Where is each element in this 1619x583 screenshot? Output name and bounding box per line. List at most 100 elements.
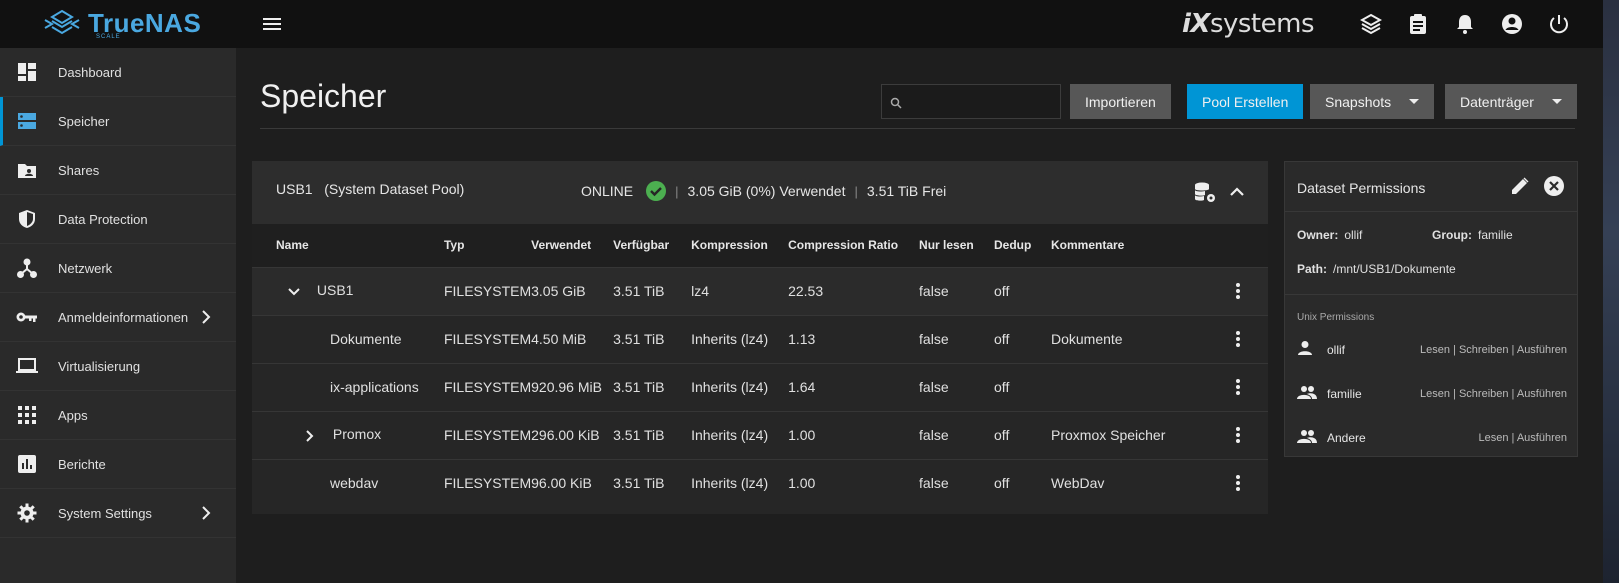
ratio-cell: 1.64 bbox=[788, 379, 816, 395]
menu-toggle-icon[interactable] bbox=[260, 14, 284, 34]
power-icon[interactable] bbox=[1547, 12, 1571, 36]
permission-who: familie bbox=[1327, 387, 1362, 401]
path-value: /mnt/USB1/Dokumente bbox=[1333, 262, 1456, 276]
column-header-dedup[interactable]: Dedup bbox=[994, 224, 1051, 267]
ratio-cell: 1.00 bbox=[788, 475, 816, 492]
edit-icon[interactable] bbox=[1509, 175, 1533, 199]
table-row[interactable]: USB1 FILESYSTEM 3.05 GiB 3.51 TiB lz4 22… bbox=[252, 267, 1268, 315]
unix-permissions-label: Unix Permissions bbox=[1297, 312, 1375, 323]
truenas-logo[interactable]: TrueNAS SCALE bbox=[42, 8, 201, 40]
more-vert-icon[interactable] bbox=[1228, 329, 1248, 349]
table-row[interactable]: webdav FILESYSTEM 96.00 KiB 3.51 TiB Inh… bbox=[252, 459, 1268, 507]
group-icon bbox=[1297, 385, 1317, 404]
create-pool-button-label: Pool Erstellen bbox=[1202, 93, 1289, 110]
available-cell: 3.51 TiB bbox=[613, 331, 665, 347]
chevron-right-icon bbox=[198, 309, 214, 325]
more-vert-icon[interactable] bbox=[1228, 425, 1248, 445]
close-icon[interactable] bbox=[1543, 175, 1567, 199]
available-cell: 3.51 TiB bbox=[613, 283, 665, 299]
sidebar-item-berichte[interactable]: Berichte bbox=[0, 440, 236, 489]
dedup-cell: off bbox=[994, 331, 1010, 347]
table-row[interactable]: Dokumente FILESYSTEM 4.50 MiB 3.51 TiB I… bbox=[252, 315, 1268, 363]
sidebar-item-speicher[interactable]: Speicher bbox=[0, 97, 236, 146]
sidebar-item-virtualisierung[interactable]: Virtualisierung bbox=[0, 342, 236, 391]
sidebar-item-anmeldeinformationen[interactable]: Anmeldeinformationen bbox=[0, 293, 236, 342]
sidebar-item-label: Dashboard bbox=[58, 64, 122, 80]
pool-free: 3.51 TiB Frei bbox=[866, 183, 947, 199]
more-vert-icon[interactable] bbox=[1228, 473, 1248, 493]
owner-line: Owner: ollif bbox=[1297, 228, 1362, 242]
chevron-down-icon[interactable] bbox=[286, 284, 302, 300]
actions-cell bbox=[1208, 267, 1268, 315]
column-header-actions bbox=[1208, 224, 1268, 267]
pool-status-text: ONLINE bbox=[581, 183, 634, 199]
type-cell: FILESYSTEM bbox=[443, 379, 532, 395]
sidebar-item-netzwerk[interactable]: Netzwerk bbox=[0, 244, 236, 293]
search-input[interactable] bbox=[906, 85, 1056, 118]
actions-cell bbox=[1208, 363, 1268, 411]
permission-entry: Andere Lesen | Ausführen bbox=[1297, 426, 1567, 450]
dataset-name: ix-applications bbox=[330, 379, 419, 395]
person-icon bbox=[1297, 340, 1313, 361]
sidebar-item-system-settings[interactable]: System Settings bbox=[0, 489, 236, 538]
name-cell: webdav bbox=[252, 459, 444, 507]
dataset-table: Name Typ Verwendet Verfügbar Kompression… bbox=[252, 224, 1268, 507]
table-row[interactable]: ix-applications FILESYSTEM 920.96 MiB 3.… bbox=[252, 363, 1268, 411]
pool-role: (System Dataset Pool) bbox=[324, 181, 465, 197]
account-icon[interactable] bbox=[1500, 12, 1524, 36]
ixsystems-logo[interactable]: iXsystems bbox=[1181, 9, 1315, 39]
sidebar-item-shares[interactable]: Shares bbox=[0, 146, 236, 195]
chevron-right-icon[interactable] bbox=[302, 428, 318, 444]
column-header-comments[interactable]: Kommentare bbox=[1051, 224, 1208, 267]
search-box[interactable] bbox=[881, 84, 1061, 119]
sidebar-item-data-protection[interactable]: Data Protection bbox=[0, 195, 236, 244]
readonly-cell: false bbox=[919, 283, 949, 299]
sidebar-item-label: System Settings bbox=[58, 505, 152, 521]
column-header-used[interactable]: Verwendet bbox=[531, 224, 613, 267]
column-header-compression-ratio[interactable]: Compression Ratio bbox=[788, 224, 919, 267]
pool-header: USB1 (System Dataset Pool) ONLINE | 3.05… bbox=[252, 161, 1268, 224]
ratio-cell: 1.13 bbox=[788, 331, 816, 347]
chevron-up-icon[interactable] bbox=[1224, 179, 1250, 205]
column-header-available[interactable]: Verfügbar bbox=[613, 224, 691, 267]
gear-icon bbox=[16, 502, 38, 524]
separator: | bbox=[675, 183, 679, 199]
available-cell: 3.51 TiB bbox=[613, 427, 665, 443]
comment-cell bbox=[1051, 267, 1208, 315]
top-bar: TrueNAS SCALE iXsystems bbox=[0, 0, 1619, 48]
dedup-cell: off bbox=[994, 283, 1010, 299]
table-row[interactable]: Promox FILESYSTEM 296.00 KiB 3.51 TiB In… bbox=[252, 411, 1268, 459]
column-header-readonly[interactable]: Nur lesen bbox=[919, 224, 994, 267]
more-vert-icon[interactable] bbox=[1228, 281, 1248, 301]
more-vert-icon[interactable] bbox=[1228, 377, 1248, 397]
column-header-type[interactable]: Typ bbox=[444, 224, 531, 267]
bell-icon[interactable] bbox=[1453, 12, 1477, 36]
permission-who: ollif bbox=[1327, 343, 1346, 357]
ratio-cell: 22.53 bbox=[788, 283, 824, 299]
column-header-compression[interactable]: Kompression bbox=[691, 224, 788, 267]
sidebar-item-label: Anmeldeinformationen bbox=[58, 309, 189, 325]
snapshots-button[interactable]: Snapshots bbox=[1310, 84, 1435, 119]
column-header-name[interactable]: Name bbox=[252, 224, 444, 267]
path-line: Path: /mnt/USB1/Dokumente bbox=[1297, 262, 1456, 276]
actions-cell bbox=[1208, 459, 1268, 507]
clipboard-icon[interactable] bbox=[1406, 12, 1430, 36]
import-button[interactable]: Importieren bbox=[1070, 84, 1171, 119]
group-value: familie bbox=[1478, 228, 1513, 242]
disks-button[interactable]: Datenträger bbox=[1445, 84, 1577, 119]
import-button-label: Importieren bbox=[1085, 93, 1156, 110]
pool-settings-icon[interactable] bbox=[1192, 179, 1218, 205]
sidebar-item-dashboard[interactable]: Dashboard bbox=[0, 48, 236, 97]
page-title: Speicher bbox=[260, 78, 387, 114]
sidebar-item-label: Berichte bbox=[58, 456, 106, 472]
sidebar-item-label: Shares bbox=[58, 162, 100, 178]
sidebar-item-label: Data Protection bbox=[58, 211, 148, 227]
create-pool-button[interactable]: Pool Erstellen bbox=[1187, 84, 1304, 119]
vendor-prefix: iX bbox=[1181, 9, 1210, 39]
sidebar-item-apps[interactable]: Apps bbox=[0, 391, 236, 440]
truecommand-icon[interactable] bbox=[1359, 12, 1383, 36]
used-cell: 3.05 GiB bbox=[531, 283, 586, 299]
search-icon bbox=[890, 96, 902, 114]
top-right-actions: iXsystems bbox=[1182, 0, 1571, 48]
check-circle-icon bbox=[646, 181, 667, 201]
